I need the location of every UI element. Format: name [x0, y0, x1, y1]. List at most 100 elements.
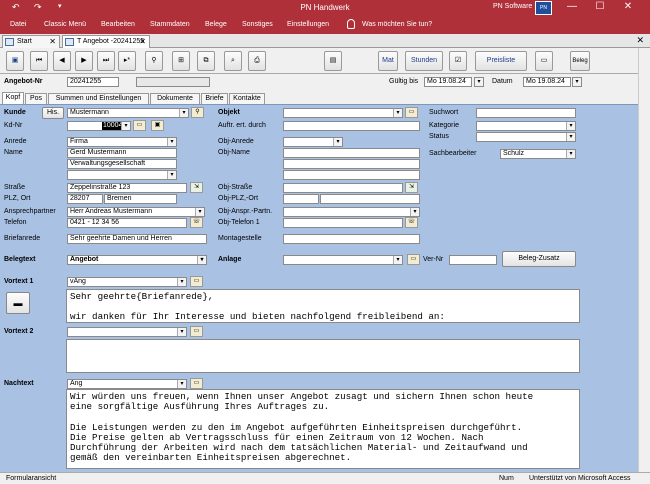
map-icon[interactable]: ⇲ — [405, 182, 418, 193]
montage-field[interactable] — [283, 234, 420, 244]
menu-stammdaten[interactable]: Stammdaten — [150, 21, 190, 28]
close-tab-icon[interactable]: ✕ — [49, 36, 56, 48]
tab-dokumente[interactable]: Dokumente — [150, 93, 200, 104]
auftr-field[interactable] — [283, 121, 420, 131]
tab-pos[interactable]: Pos — [25, 93, 47, 104]
last-record-icon[interactable]: ⏭ — [97, 51, 115, 71]
objplz-field[interactable] — [283, 194, 319, 204]
minimize-button[interactable]: — — [558, 0, 586, 16]
objort-field[interactable] — [320, 194, 420, 204]
open-folder-icon[interactable]: ▭ — [405, 107, 418, 118]
tell-me-search[interactable]: Was möchten Sie tun? — [362, 21, 432, 28]
suchwort-field[interactable] — [476, 108, 576, 118]
objname1-field[interactable] — [283, 148, 420, 158]
nachtext-memo[interactable]: Wir würden uns freuen, wenn Ihnen unser … — [66, 389, 580, 469]
first-record-icon[interactable]: ⏮ — [30, 51, 48, 71]
kdnr-field[interactable]: 10004 — [67, 121, 131, 131]
objansp-label: Obj-Anspr.-Partn. — [218, 208, 273, 215]
binoculars-icon[interactable]: ⚲ — [145, 51, 163, 71]
name3-field[interactable] — [67, 170, 177, 180]
tab-kontakte[interactable]: Kontakte — [229, 93, 265, 104]
menu-classic[interactable]: Classic Menü — [44, 21, 86, 28]
gueltig-dropdown[interactable]: ▾ — [474, 77, 484, 87]
map-icon[interactable]: ⇲ — [190, 182, 203, 193]
ort-field[interactable]: Bremen — [104, 194, 177, 204]
vortext2-select[interactable] — [67, 327, 187, 337]
datum-field[interactable]: Mo 19.08.24 — [523, 77, 571, 87]
menu-belege[interactable]: Belege — [205, 21, 227, 28]
vortext2-memo[interactable] — [66, 339, 580, 373]
tab-summen[interactable]: Summen und Einstellungen — [48, 93, 149, 104]
disk-icon[interactable]: ▣ — [151, 120, 164, 131]
objekt-field[interactable] — [283, 108, 403, 118]
vortext1-memo[interactable]: Sehr geehrte{Briefanrede}, wir danken fü… — [66, 289, 580, 323]
angebot-nr-field[interactable]: 20241255 — [67, 77, 119, 87]
save-icon[interactable]: ▣ — [6, 51, 24, 71]
beleg-button[interactable]: Beleg — [570, 51, 590, 71]
open-folder-icon[interactable]: ▭ — [190, 326, 203, 337]
objname2-field[interactable] — [283, 159, 420, 169]
status-field[interactable] — [476, 132, 576, 142]
objansp-field[interactable] — [283, 207, 420, 217]
objanrede-field[interactable] — [283, 137, 343, 147]
tab-start[interactable]: Start ✕ — [2, 35, 60, 48]
belegtext-field[interactable]: Angebot — [67, 255, 207, 265]
gueltig-field[interactable]: Mo 19.08.24 — [424, 77, 472, 87]
document-icon[interactable]: ▤ — [324, 51, 342, 71]
preview-icon[interactable]: ⌕ — [224, 51, 242, 71]
objtel-field[interactable] — [283, 218, 403, 228]
next-record-icon[interactable]: ▶ — [75, 51, 93, 71]
menu-einstellungen[interactable]: Einstellungen — [287, 21, 329, 28]
objstrasse-field[interactable] — [283, 183, 403, 193]
previous-record-icon[interactable]: ◀ — [53, 51, 71, 71]
datum-label: Datum — [492, 78, 513, 85]
vernr-field[interactable] — [449, 255, 497, 265]
open-folder-icon[interactable]: ▭ — [133, 120, 146, 131]
new-record-icon[interactable]: ▸* — [118, 51, 136, 71]
menu-sonstiges[interactable]: Sonstiges — [242, 21, 273, 28]
folder-icon[interactable]: ▭ — [535, 51, 553, 71]
open-folder-icon[interactable]: ▭ — [190, 378, 203, 389]
plz-field[interactable]: 28207 — [67, 194, 103, 204]
telefon-field[interactable]: 0421 - 12 34 56 — [67, 218, 187, 228]
phone-icon[interactable]: ☏ — [405, 217, 418, 228]
tab-kopf[interactable]: Kopf — [2, 92, 24, 104]
close-tab-icon[interactable]: ✕ — [139, 36, 146, 48]
kunde-field[interactable]: Mustermann — [67, 108, 189, 118]
beleg-zusatz-button[interactable]: Beleg-Zusatz — [502, 251, 576, 267]
stunden-button[interactable]: Stunden — [405, 51, 443, 71]
tab-angebot[interactable]: T Angebot -20241255 ✕ — [62, 35, 150, 48]
vertical-scrollbar[interactable] — [638, 48, 650, 472]
name2-field[interactable]: Verwaltungsgesellschaft — [67, 159, 177, 169]
sachbearbeiter-field[interactable]: Schulz — [500, 149, 576, 159]
history-button[interactable]: His. — [42, 107, 64, 119]
open-folder-icon[interactable]: ▭ — [190, 276, 203, 287]
vortext1-select[interactable]: vAng — [67, 277, 187, 287]
strasse-field[interactable]: Zeppelinstraße 123 — [67, 183, 187, 193]
mat-button[interactable]: Mat — [378, 51, 398, 71]
anlage-field[interactable] — [283, 255, 403, 265]
close-window-button[interactable]: ✕ — [614, 0, 642, 16]
tab-briefe[interactable]: Briefe — [201, 93, 228, 104]
check-icon[interactable]: ☑ — [449, 51, 467, 71]
datum-dropdown[interactable]: ▾ — [572, 77, 582, 87]
binoculars-icon[interactable]: ⚲ — [191, 107, 204, 118]
objname3-field[interactable] — [283, 170, 420, 180]
maximize-button[interactable]: ☐ — [586, 0, 614, 16]
close-document-icon[interactable]: ✕ — [636, 35, 644, 46]
open-folder-icon[interactable]: ▭ — [407, 254, 420, 265]
menu-datei[interactable]: Datei — [10, 21, 26, 28]
print-icon[interactable]: ⎙ — [248, 51, 266, 71]
add-document-icon[interactable]: ⊞ — [172, 51, 190, 71]
text-block-icon[interactable]: ▬ — [6, 292, 30, 314]
copy-icon[interactable]: ⧉ — [197, 51, 215, 71]
phone-icon[interactable]: ☏ — [190, 217, 203, 228]
menu-bearbeiten[interactable]: Bearbeiten — [101, 21, 135, 28]
name1-field[interactable]: Gerd Mustermann — [67, 148, 177, 158]
ansprech-field[interactable]: Herr Andreas Mustermann — [67, 207, 205, 217]
preisliste-button[interactable]: Preisliste — [475, 51, 527, 71]
briefanrede-field[interactable]: Sehr geehrte Damen und Herren — [67, 234, 207, 244]
nachtext-select[interactable]: Ang — [67, 379, 187, 389]
kategorie-field[interactable] — [476, 121, 576, 131]
anrede-field[interactable]: Firma — [67, 137, 177, 147]
